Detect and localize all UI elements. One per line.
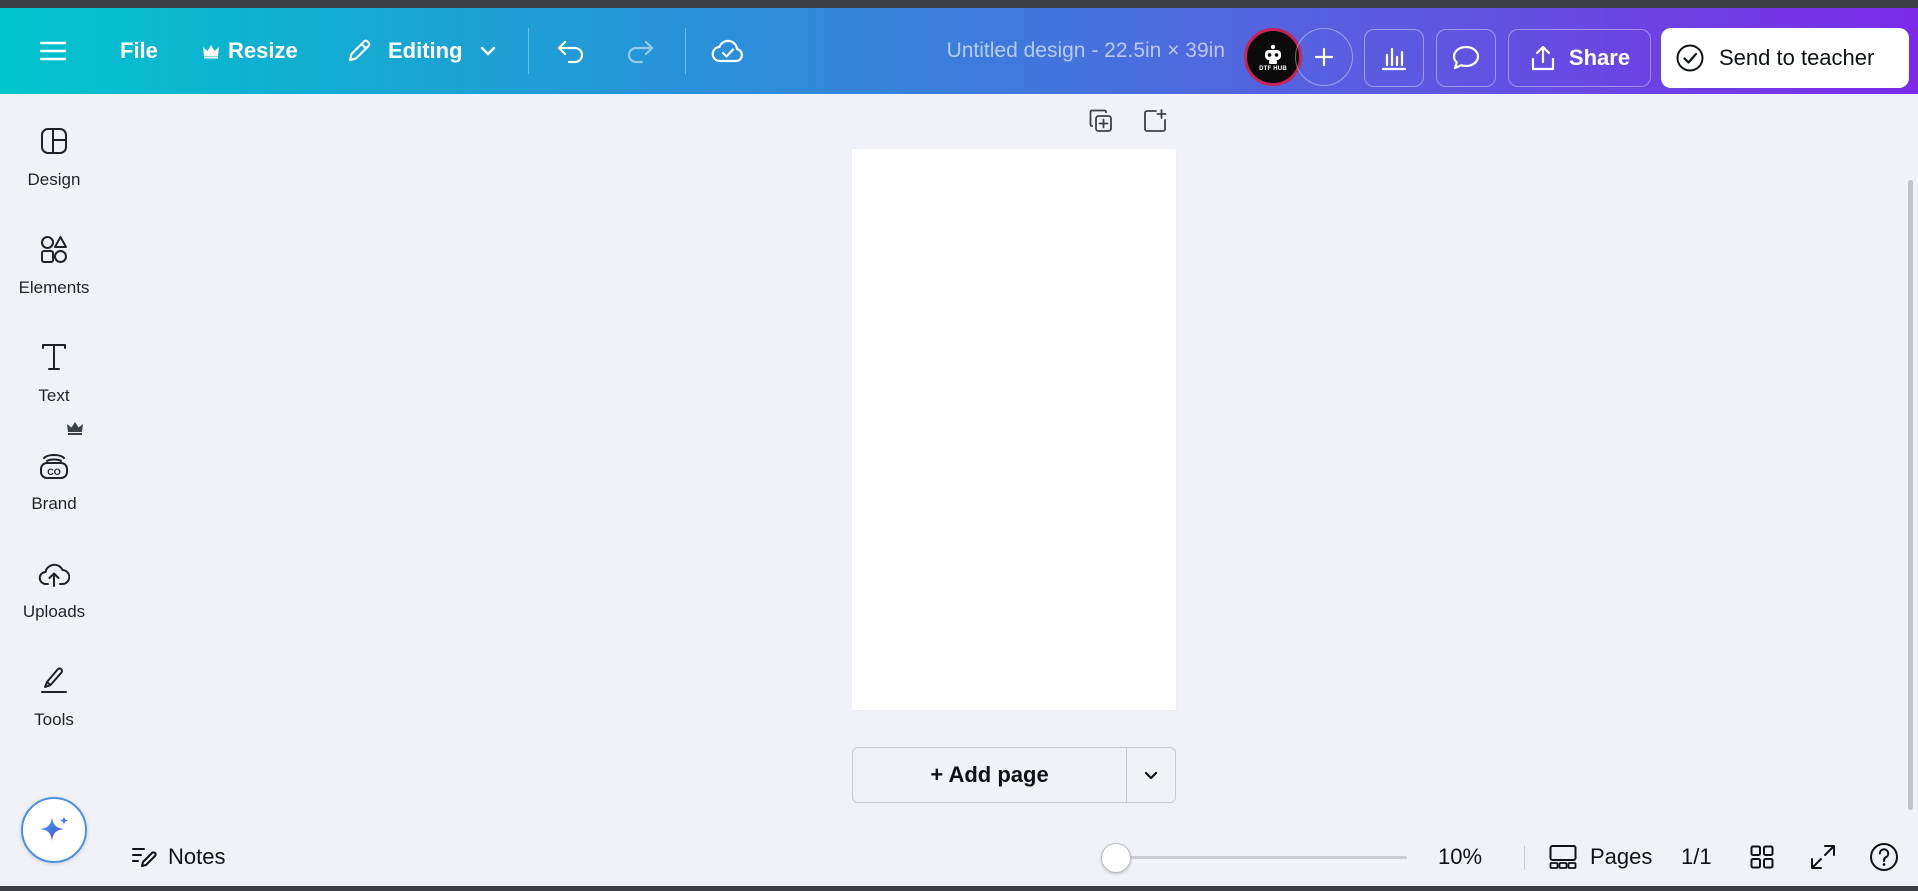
magic-assistant-button[interactable]	[21, 797, 87, 863]
sidebar-item-label: Design	[27, 170, 81, 189]
user-avatar[interactable]: DTF HUB	[1244, 28, 1302, 86]
editing-mode-dropdown[interactable]: Editing	[344, 8, 499, 94]
help-button[interactable]	[1868, 834, 1900, 880]
canva-editor: File Resize Editing Untitled design - 22…	[0, 0, 1918, 891]
check-circle-icon	[1676, 44, 1704, 72]
browser-top-strip	[0, 0, 1918, 8]
pages-button[interactable]: Pages	[1548, 834, 1652, 880]
fullscreen-icon	[1811, 845, 1835, 869]
resize-button[interactable]: Resize	[202, 8, 298, 94]
send-to-teacher-label: Send to teacher	[1719, 45, 1875, 70]
zoom-level-button[interactable]: 10%	[1438, 834, 1482, 880]
chevron-down-icon	[1144, 771, 1158, 780]
document-title[interactable]: Untitled design - 22.5in × 39in	[895, 8, 1225, 94]
sidebar-item-design[interactable]: Design	[0, 94, 108, 190]
notes-pencil-icon	[132, 848, 157, 867]
sidebar-item-tools[interactable]: Tools	[0, 634, 108, 730]
elements-icon	[41, 236, 67, 263]
save-status-button[interactable]	[711, 8, 745, 94]
text-icon	[42, 344, 66, 370]
add-page-control: + Add page	[852, 747, 1176, 803]
sidebar-item-label: Uploads	[22, 602, 86, 621]
design-canvas-page[interactable]	[852, 149, 1176, 710]
comments-button[interactable]	[1436, 29, 1496, 87]
share-upload-icon	[1531, 45, 1555, 71]
zoom-slider-thumb[interactable]	[1101, 843, 1131, 873]
sidebar-item-label: Text	[38, 386, 70, 405]
bottom-divider	[1524, 846, 1525, 870]
top-toolbar: File Resize Editing Untitled design - 22…	[0, 8, 1918, 94]
browser-bottom-strip	[0, 886, 1918, 891]
sidebar-item-uploads[interactable]: Uploads	[0, 526, 108, 622]
toolbar-divider	[685, 28, 686, 74]
sidebar-item-text[interactable]: Text	[0, 310, 108, 406]
share-label: Share	[1568, 45, 1631, 70]
zoom-slider-track[interactable]	[1115, 856, 1407, 859]
fullscreen-button[interactable]	[1809, 834, 1837, 880]
sidebar-item-elements[interactable]: Elements	[0, 202, 108, 298]
sidebar-item-label: Tools	[34, 710, 74, 729]
canvas-scrollbar[interactable]	[1908, 180, 1913, 810]
file-menu-button[interactable]: File	[120, 8, 158, 94]
robot-logo-icon	[1265, 44, 1281, 64]
avatar-text: DTF HUB	[1259, 65, 1287, 72]
premium-crown-icon	[67, 422, 83, 435]
file-menu-label: File	[120, 38, 158, 63]
share-button[interactable]: Share	[1508, 29, 1651, 87]
help-icon	[1870, 843, 1898, 871]
add-new-page-button[interactable]	[1140, 106, 1170, 136]
plus-icon	[1314, 47, 1334, 67]
grid-view-button[interactable]	[1749, 834, 1775, 880]
notes-button[interactable]: Notes	[130, 834, 225, 880]
redo-icon	[627, 40, 654, 64]
send-to-teacher-button[interactable]: Send to teacher	[1661, 28, 1909, 88]
add-page-options-button[interactable]	[1127, 748, 1175, 802]
bar-chart-icon	[1381, 47, 1407, 71]
sidebar-item-brand[interactable]: CO Brand	[0, 418, 108, 514]
add-page-button[interactable]: + Add page	[853, 748, 1127, 802]
crown-icon	[203, 45, 219, 59]
editing-label: Editing	[388, 38, 463, 63]
duplicate-page-button[interactable]	[1086, 106, 1116, 136]
undo-button[interactable]	[555, 8, 587, 94]
main-menu-button[interactable]	[38, 8, 68, 94]
pencil-icon	[348, 39, 371, 62]
page-count: 1/1	[1681, 844, 1712, 869]
undo-icon	[557, 40, 584, 64]
uploads-icon	[38, 563, 70, 587]
brand-icon: CO	[40, 454, 68, 479]
notes-label: Notes	[168, 844, 226, 869]
hamburger-menu-icon	[39, 41, 67, 61]
cloud-check-icon	[711, 39, 743, 63]
left-sidebar: Design Elements Text CO Brand Uploads To…	[0, 94, 108, 891]
pages-label: Pages	[1590, 844, 1653, 869]
pages-grid-icon	[1549, 845, 1577, 869]
insights-button[interactable]	[1364, 29, 1424, 87]
design-icon	[41, 128, 67, 154]
resize-label: Resize	[228, 38, 298, 63]
invite-button[interactable]	[1295, 28, 1353, 86]
redo-button[interactable]	[624, 8, 656, 94]
add-page-icon	[1144, 109, 1167, 132]
duplicate-page-icon	[1089, 109, 1112, 132]
tools-icon	[41, 667, 67, 693]
sparkle-icon	[40, 816, 68, 841]
svg-text:CO: CO	[47, 467, 61, 477]
sidebar-item-label: Elements	[18, 278, 90, 297]
grid-view-icon	[1750, 845, 1774, 869]
toolbar-divider	[528, 28, 529, 74]
sidebar-item-label: Brand	[31, 494, 77, 513]
comment-icon	[1452, 45, 1480, 70]
chevron-down-icon	[480, 46, 495, 56]
bottom-toolbar: Notes 10% Pages 1/1	[108, 834, 1918, 880]
